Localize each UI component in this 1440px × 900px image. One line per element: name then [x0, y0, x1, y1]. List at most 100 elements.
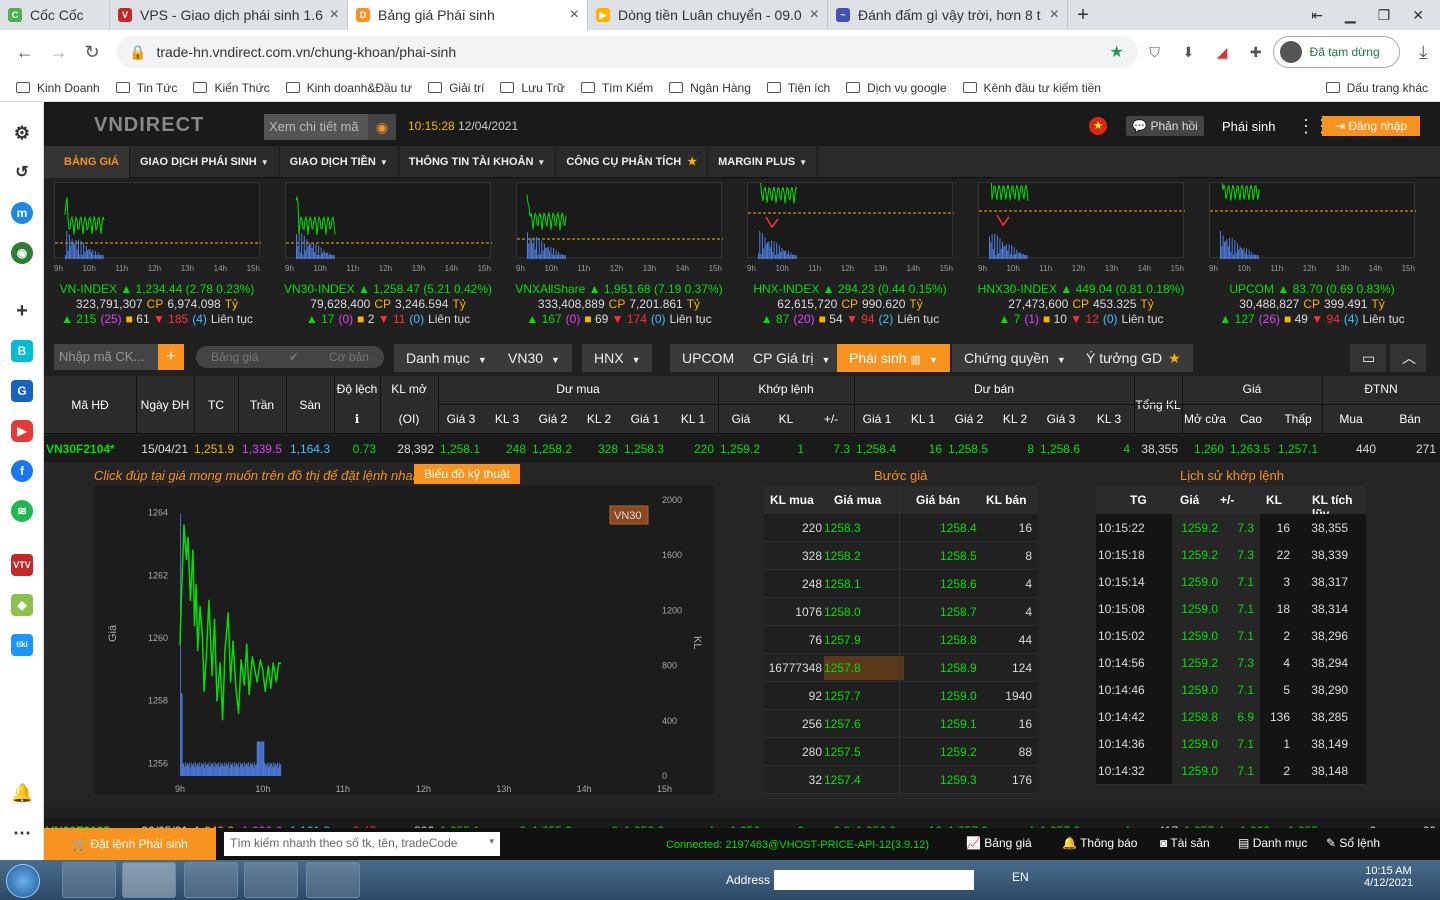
shield-icon[interactable]: ⛉	[1138, 44, 1172, 61]
g-app-icon[interactable]: G	[11, 380, 33, 402]
add-symbol-button[interactable]: +	[158, 344, 184, 370]
order-book-row[interactable]: 1076 1258.0 1258.7 4	[764, 598, 1038, 626]
intraday-chart[interactable]: 1256 1258 1260 1262 1264 0 400 800 1200 1600 2000 9…	[94, 486, 714, 794]
index-card-4[interactable]: 9h 10h 11h 12h 13h 14h 15h HNX30-INDEX ▲ 449.04…	[978, 164, 1185, 326]
explorer-icon[interactable]	[184, 862, 238, 898]
vtv-icon[interactable]: VTV	[11, 554, 33, 576]
youtube-icon[interactable]: ▶	[11, 420, 33, 442]
history-row[interactable]: 10:14:56 1259.2 7.3 4 38,294	[1096, 649, 1366, 677]
filter-button-4[interactable]: CP Giá trị ▼	[741, 344, 843, 372]
tab-bang-gia[interactable]: D Bảng giá Phái sinh ×	[348, 0, 588, 30]
spotify-icon[interactable]: ≋	[11, 500, 33, 522]
order-book-row[interactable]: 76 1257.9 1258.8 44	[764, 626, 1038, 654]
forward-icon[interactable]: →	[42, 42, 76, 63]
filter-button-5[interactable]: Phái sinh ▥ ▼	[837, 344, 950, 372]
notification-link[interactable]: 🔔 Thông báo	[1062, 836, 1137, 850]
view-toggle[interactable]: Bảng giá ✔ Cơ bản	[196, 346, 384, 368]
menu-item-0[interactable]: BẢNG GIÁ	[44, 146, 130, 178]
bookmark-9[interactable]: Dịch vụ google	[846, 81, 947, 95]
star-icon[interactable]: ★	[1109, 42, 1123, 62]
tab-coccoc[interactable]: C Cốc Cốc	[0, 0, 110, 30]
tab-danh-dam[interactable]: ~ Đánh đấm gì vậy trời, hơn 8 t ×	[828, 0, 1068, 30]
add-icon[interactable]: +	[11, 300, 33, 322]
history-row[interactable]: 10:14:46 1259.0 7.1 5 38,290	[1096, 676, 1366, 704]
history-icon[interactable]: ↺	[11, 162, 33, 184]
menu-item-3[interactable]: THÔNG TIN TÀI KHOẢN ▼	[399, 146, 557, 178]
bookmark-10[interactable]: Kênh đầu tư kiếm tiền	[962, 81, 1101, 95]
history-row[interactable]: 10:15:02 1259.0 7.1 2 38,296	[1096, 622, 1366, 650]
reload-icon[interactable]: ↻	[75, 42, 109, 63]
toggle-co-ban[interactable]: Cơ bản	[329, 350, 369, 364]
index-card-1[interactable]: 9h 10h 11h 12h 13h 14h 15h VN30-INDEX ▲ 1,258.4…	[284, 182, 492, 326]
messenger-icon[interactable]: m	[11, 202, 33, 224]
portfolio-link[interactable]: ▤ Danh mục	[1238, 836, 1307, 850]
more-icon[interactable]: ⋯	[11, 822, 33, 844]
history-row[interactable]: 10:15:08 1259.0 7.1 18 38,314	[1096, 595, 1366, 623]
bookmark-5[interactable]: Lưu Trữ	[500, 81, 565, 95]
filter-button-6[interactable]: Chứng quyền ▼	[952, 344, 1078, 372]
bookmark-7[interactable]: Ngân Hàng	[669, 81, 751, 95]
order-book-row[interactable]: 248 1258.1 1258.6 4	[764, 570, 1038, 598]
window-close-icon[interactable]: ✕	[1412, 7, 1424, 24]
bookmark-6[interactable]: Tìm Kiếm	[580, 81, 653, 95]
menu-item-5[interactable]: MARGIN PLUS ▼	[708, 146, 819, 178]
sheets-icon[interactable]	[244, 862, 298, 898]
bell-icon[interactable]: 🔔	[11, 782, 33, 804]
back-icon[interactable]: ←	[8, 42, 42, 63]
index-card-5[interactable]: 9h 10h 11h 12h 13h 14h 15h UPCOM ▲ 83.70 (0.69 …	[1209, 165, 1416, 326]
vndirect-logo[interactable]: VNDIRECT	[94, 114, 204, 137]
add-symbol-input[interactable]: Nhập mã CK...	[54, 344, 158, 370]
coccoc-taskbar-icon[interactable]	[122, 862, 176, 898]
window-app-icon[interactable]	[306, 862, 360, 898]
tab-vps[interactable]: V VPS - Giao dịch phái sinh 1.6 ×	[110, 0, 348, 30]
order-book-row[interactable]: 328 1258.2 1258.5 8	[764, 542, 1038, 570]
order-book-row[interactable]: 256 1257.6 1259.1 16	[764, 710, 1038, 738]
language-indicator[interactable]: EN	[1012, 870, 1029, 884]
system-clock[interactable]: 10:15 AM 4/12/2021	[1364, 865, 1413, 889]
login-button[interactable]: ⇥ Đăng nhập	[1322, 116, 1420, 136]
index-card-2[interactable]: 9h 10h 11h 12h 13h 14h 15h VNXAllShare ▲ 1,951.…	[515, 182, 723, 326]
menu-item-4[interactable]: CÔNG CỤ PHÂN TÍCH ★	[556, 146, 709, 178]
b-app-icon[interactable]: B	[11, 340, 33, 362]
technical-chart-button[interactable]: Biểu đồ kỹ thuật	[414, 464, 520, 484]
url-field[interactable]: 🔒 trade-hn.vndirect.com.vn/chung-khoan/p…	[117, 36, 1138, 68]
bookmark-8[interactable]: Tiện ích	[766, 81, 830, 95]
close-icon[interactable]: ×	[564, 6, 579, 24]
tab-dong-tien[interactable]: ▶ Dòng tiền Luân chuyển - 09.0 ×	[588, 0, 828, 30]
close-icon[interactable]: ×	[804, 6, 819, 24]
order-book-row[interactable]: 92 1257.7 1259.0 1940	[764, 682, 1038, 710]
table-row[interactable]: VN30F2104* 15/04/21 1,251.9 1,339.5 1,164.3 0…	[44, 436, 1440, 462]
media-player-icon[interactable]	[62, 862, 116, 898]
history-row[interactable]: 10:14:42 1258.8 6.9 136 38,285	[1096, 703, 1366, 731]
bookmark-3[interactable]: Kinh doanh&Đầu tư	[285, 81, 412, 95]
place-order-button[interactable]: 🛒 Đặt lệnh Phái sinh	[44, 828, 216, 860]
feedback-button[interactable]: 💬 Phản hồi	[1126, 116, 1204, 136]
windows-start-icon[interactable]	[6, 864, 40, 898]
bookmark-4[interactable]: Giải trí	[428, 81, 484, 95]
maximize-icon[interactable]: ❐	[1378, 7, 1391, 24]
taskbar-address-input[interactable]	[774, 870, 974, 890]
game-icon[interactable]: ◆	[11, 594, 33, 616]
symbol-search-input[interactable]: Xem chi tiết mã	[264, 114, 368, 140]
menu-item-1[interactable]: GIAO DỊCH PHÁI SINH ▼	[130, 146, 280, 178]
table-cell[interactable]: VN30F2104*	[46, 442, 132, 456]
bookmark-1[interactable]: Tin Tức	[115, 81, 177, 95]
filter-button-1[interactable]: VN30 ▼	[496, 344, 572, 372]
back-window-icon[interactable]: ⇤	[1311, 7, 1323, 24]
gamepad-icon[interactable]: ◉	[11, 242, 33, 264]
history-row[interactable]: 10:15:18 1259.2 7.3 22 38,339	[1096, 541, 1366, 569]
index-card-0[interactable]: 9h 10h 11h 12h 13h 14h 15h VN-INDEX ▲ 1,234.44 …	[54, 182, 261, 326]
filter-button-0[interactable]: Danh mục ▼	[394, 344, 499, 372]
other-bookmarks[interactable]: Dấu trang khác	[1325, 81, 1428, 95]
history-row[interactable]: 10:15:14 1259.0 7.1 3 38,317	[1096, 568, 1366, 596]
download-ext-icon[interactable]: ⬇	[1171, 44, 1205, 61]
order-book-row[interactable]: 280 1257.5 1259.2 88	[764, 738, 1038, 766]
downloads-icon[interactable]: ⤓	[1406, 42, 1440, 63]
settings-gear-icon[interactable]: ⚙	[11, 122, 33, 144]
minimize-icon[interactable]: ▁	[1345, 7, 1356, 24]
menu-item-2[interactable]: GIAO DỊCH TIỀN ▼	[280, 146, 399, 178]
close-icon[interactable]: ×	[1044, 6, 1059, 24]
history-row[interactable]: 10:14:36 1259.0 7.1 1 38,149	[1096, 730, 1366, 758]
facebook-icon[interactable]: f	[11, 460, 33, 482]
order-book-row[interactable]: 220 1258.3 1258.4 16	[764, 514, 1038, 542]
